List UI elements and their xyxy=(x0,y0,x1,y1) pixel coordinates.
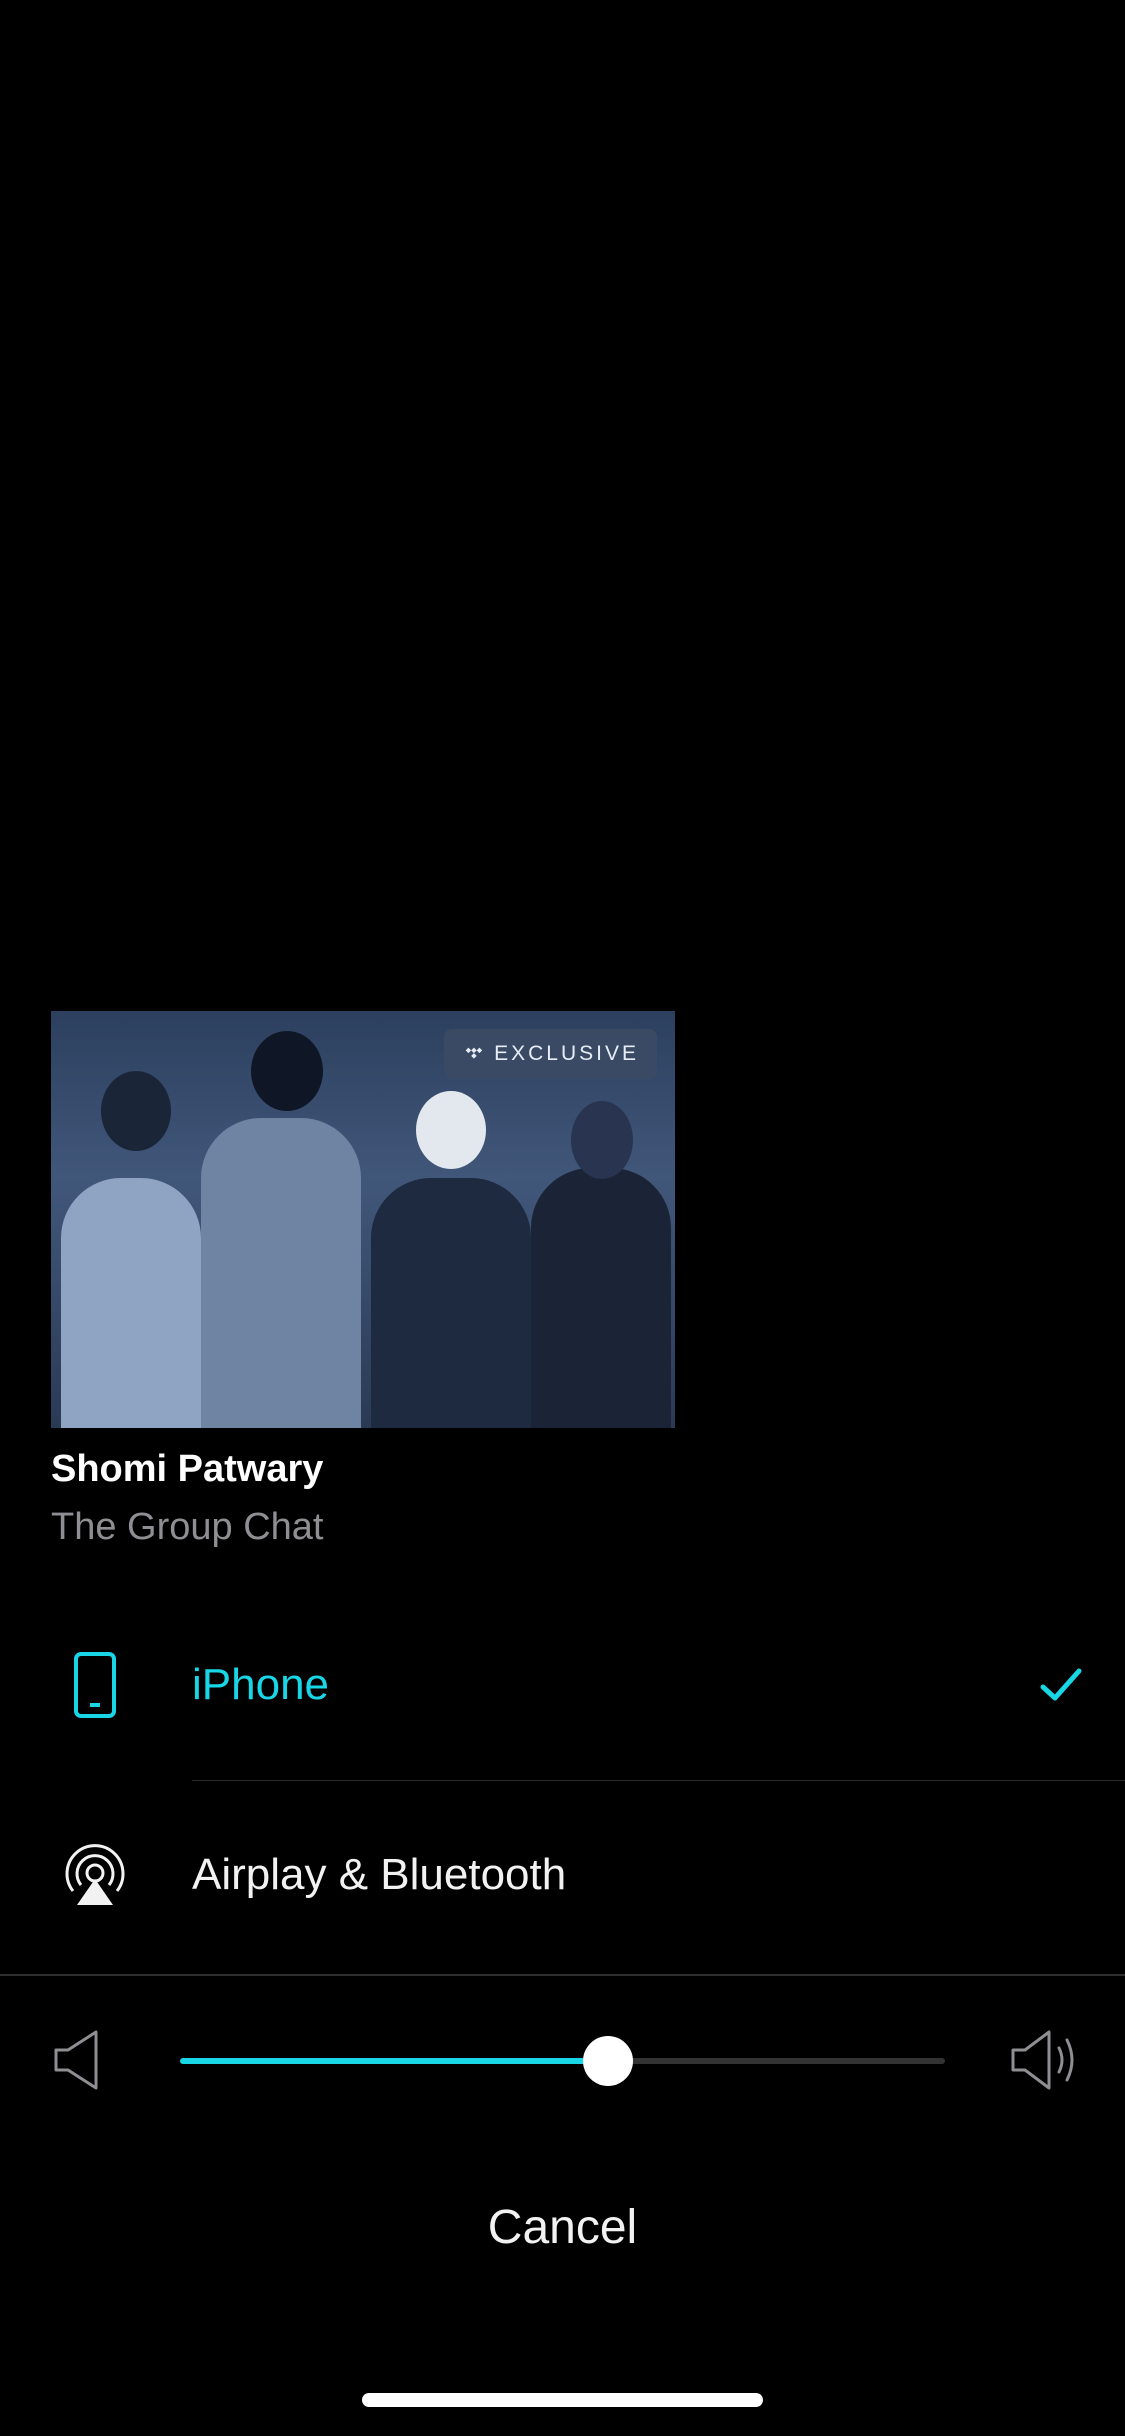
artwork-figure xyxy=(201,1118,361,1428)
volume-control xyxy=(0,2020,1125,2100)
artwork: EXCLUSIVE xyxy=(51,1011,675,1428)
tidal-logo-icon xyxy=(465,1047,483,1059)
checkmark-icon xyxy=(1040,1668,1082,1701)
artwork-figure xyxy=(416,1091,486,1169)
output-option-label: Airplay & Bluetooth xyxy=(192,1850,567,1899)
artwork-figure xyxy=(371,1178,531,1428)
exclusive-badge-label: EXCLUSIVE xyxy=(494,1042,639,1065)
artwork-figure xyxy=(101,1071,171,1151)
volume-slider-thumb[interactable] xyxy=(583,2036,634,2086)
phone-icon xyxy=(60,1650,130,1720)
volume-high-icon xyxy=(1011,2030,1074,2090)
volume-slider[interactable] xyxy=(180,2036,945,2086)
home-indicator xyxy=(362,2393,763,2407)
cancel-button[interactable]: Cancel xyxy=(0,2200,1125,2255)
exclusive-badge: EXCLUSIVE xyxy=(444,1029,657,1079)
artwork-figure xyxy=(531,1168,671,1428)
airplay-icon xyxy=(60,1840,130,1910)
artwork-figure xyxy=(61,1178,201,1428)
output-option-iphone[interactable]: iPhone xyxy=(0,1610,1125,1760)
volume-low-icon xyxy=(54,2030,98,2090)
artwork-figure xyxy=(251,1031,323,1111)
option-divider xyxy=(192,1780,1125,1781)
artwork-figure xyxy=(571,1101,633,1179)
section-divider xyxy=(0,1974,1125,1976)
track-title: The Group Chat xyxy=(51,1506,324,1548)
output-option-airplay-bluetooth[interactable]: Airplay & Bluetooth xyxy=(0,1800,1125,1950)
volume-slider-fill xyxy=(180,2058,609,2064)
artist-name: Shomi Patwary xyxy=(51,1448,324,1490)
output-option-label: iPhone xyxy=(192,1660,330,1709)
